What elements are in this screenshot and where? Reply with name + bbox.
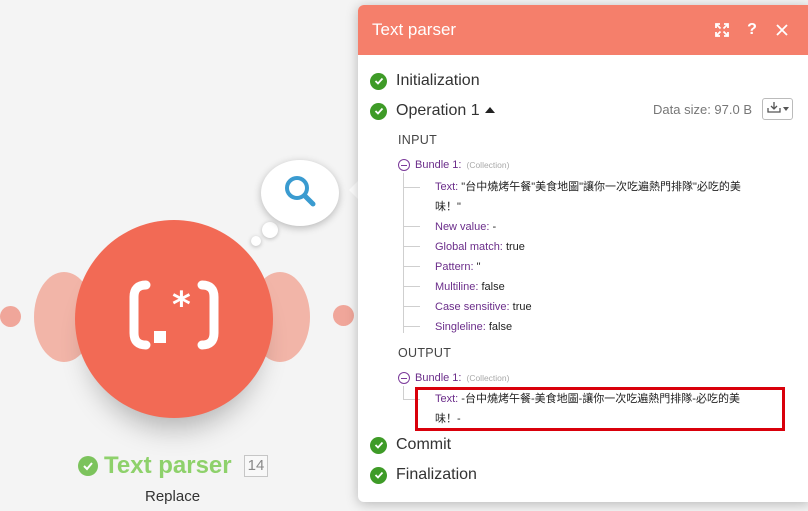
regex-icon: *: [126, 275, 222, 364]
bundle-type: (Collection): [466, 160, 510, 170]
section-finalization[interactable]: Finalization: [370, 466, 477, 484]
input-field-text-continued: 味！": [435, 201, 461, 213]
output-label: OUTPUT: [398, 346, 452, 360]
input-field-case-sensitive: Case sensitive: true: [435, 301, 532, 313]
bundle-label: Bundle 1:: [415, 159, 462, 171]
tree-tick: [404, 266, 420, 267]
text-parser-module[interactable]: *: [75, 220, 273, 418]
tree-tick: [404, 187, 420, 188]
output-bundle-toggle[interactable]: Bundle 1: (Collection): [398, 372, 509, 384]
help-icon[interactable]: ?: [738, 16, 766, 44]
section-commit[interactable]: Commit: [370, 436, 451, 454]
svg-text:*: *: [172, 285, 191, 326]
collapse-icon[interactable]: [398, 159, 410, 171]
tree-tick: [404, 306, 420, 307]
inspect-bubble[interactable]: [261, 160, 339, 226]
tree-tick: [404, 246, 420, 247]
collapse-icon[interactable]: [398, 372, 410, 384]
search-icon: [283, 174, 317, 213]
close-icon[interactable]: [768, 16, 796, 44]
data-size-label: Data size: 97.0 B: [653, 102, 752, 117]
download-button[interactable]: [762, 98, 793, 120]
input-field-singleline: Singleline: false: [435, 321, 513, 333]
panel-header: Text parser ?: [358, 5, 808, 55]
section-label: Initialization: [396, 72, 480, 89]
panel-title: Text parser: [372, 20, 457, 39]
tree-line: [403, 386, 404, 400]
caret-down-icon: [782, 107, 789, 111]
connector-dot-right[interactable]: [333, 305, 354, 326]
input-field-pattern: Pattern: ": [435, 261, 481, 273]
section-label: Operation 1: [396, 102, 480, 119]
input-bundle-toggle[interactable]: Bundle 1: (Collection): [398, 159, 509, 171]
check-icon: [370, 436, 387, 454]
check-icon: [370, 72, 387, 90]
expand-icon[interactable]: [708, 16, 736, 44]
input-label: INPUT: [398, 133, 437, 147]
module-subtitle: Replace: [145, 488, 201, 505]
check-icon: [78, 456, 98, 476]
bubble-tail-medium: [262, 222, 278, 238]
check-icon: [370, 102, 387, 120]
input-field-multiline: Multiline: false: [435, 281, 505, 293]
bubble-tail-small: [251, 236, 261, 246]
tree-line: [403, 173, 404, 333]
bundle-label: Bundle 1:: [415, 372, 462, 384]
bundle-type: (Collection): [466, 373, 510, 383]
tree-tick: [404, 286, 420, 287]
output-highlight-box: [415, 387, 785, 431]
input-field-global-match: Global match: true: [435, 241, 525, 253]
section-label: Commit: [396, 436, 452, 453]
caret-up-icon[interactable]: [484, 107, 495, 113]
input-field-text: Text: "台中燒烤午餐"美食地圖"讓你一次吃遍熱門排隊"必吃的美: [435, 181, 741, 193]
input-field-new-value: New value: -: [435, 221, 497, 233]
section-initialization[interactable]: Initialization: [370, 72, 480, 90]
section-operation[interactable]: Operation 1: [370, 102, 495, 120]
section-label: Finalization: [396, 466, 477, 483]
connector-dot-left[interactable]: [0, 306, 21, 327]
check-icon: [370, 466, 387, 484]
module-title[interactable]: Text parser: [104, 452, 232, 480]
module-id-badge: 14: [243, 455, 269, 477]
tree-tick: [404, 226, 420, 227]
module-name-row: Text parser 14: [78, 452, 269, 480]
tree-tick: [404, 326, 420, 327]
download-icon: [766, 100, 781, 118]
